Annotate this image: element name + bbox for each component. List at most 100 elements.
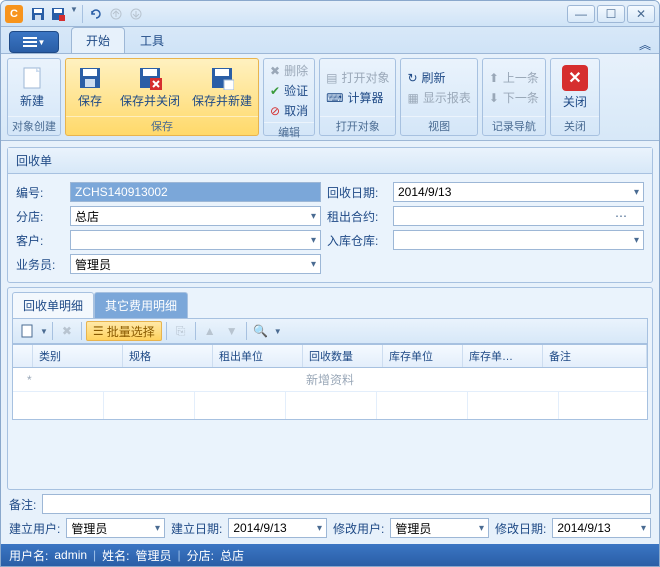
- group-save-label: 保存: [66, 116, 258, 135]
- col-remark[interactable]: 备注: [543, 345, 647, 367]
- ribbon: 新建 对象创建 保存 保存并关闭 保存并新建 保存: [1, 53, 659, 141]
- cancel-button[interactable]: ⊘取消: [268, 101, 310, 120]
- group-close-label: 关闭: [551, 116, 599, 135]
- quick-access-toolbar: ▼: [29, 5, 145, 23]
- col-qty[interactable]: 回收数量: [303, 345, 383, 367]
- col-unit-stock[interactable]: 库存单位: [383, 345, 463, 367]
- input-mod-date[interactable]: [557, 521, 646, 535]
- save-close-label: 保存并关闭: [120, 92, 180, 109]
- save-icon: [78, 66, 102, 90]
- tb-search-icon[interactable]: 🔍: [251, 321, 271, 341]
- field-branch[interactable]: [70, 206, 321, 226]
- new-row-star-icon: *: [27, 373, 32, 387]
- label-date: 回收日期:: [327, 184, 387, 201]
- ribbon-collapse-icon[interactable]: ︽: [639, 36, 651, 53]
- col-spec[interactable]: 规格: [123, 345, 213, 367]
- input-date[interactable]: [398, 185, 639, 199]
- input-create-user[interactable]: [71, 521, 160, 535]
- group-create: 新建 对象创建: [7, 58, 61, 136]
- field-create-date[interactable]: [228, 518, 327, 538]
- input-customer[interactable]: [75, 233, 316, 247]
- qat-save-close-icon[interactable]: [49, 5, 67, 23]
- grid-body[interactable]: [13, 392, 647, 419]
- col-category[interactable]: 类别: [33, 345, 123, 367]
- batch-select-button[interactable]: ☰批量选择: [86, 321, 162, 341]
- delete-button: ✖删除: [268, 61, 310, 80]
- maximize-button[interactable]: ☐: [597, 5, 625, 23]
- save-close-button[interactable]: 保存并关闭: [114, 59, 186, 116]
- subtab-detail[interactable]: 回收单明细: [12, 292, 94, 318]
- save-new-label: 保存并新建: [192, 92, 252, 109]
- calculator-button[interactable]: ⌨计算器: [324, 88, 391, 107]
- tab-start[interactable]: 开始: [71, 27, 125, 53]
- close-button[interactable]: ✕ 关闭: [551, 59, 599, 116]
- report-icon: ▦: [407, 91, 418, 105]
- minimize-button[interactable]: —: [567, 5, 595, 23]
- field-date[interactable]: [393, 182, 644, 202]
- input-sales[interactable]: [75, 257, 316, 271]
- tb-new-icon[interactable]: [17, 321, 37, 341]
- app-icon[interactable]: C: [5, 5, 23, 23]
- input-warehouse[interactable]: [398, 233, 639, 247]
- open-object-button: ▤打开对象: [324, 68, 391, 87]
- tb-delete-icon: ✖: [57, 321, 77, 341]
- detail-grid[interactable]: 类别 规格 租出单位 回收数量 库存单位 库存单… 备注 * 新增资料: [12, 344, 648, 420]
- field-customer[interactable]: [70, 230, 321, 250]
- input-remark[interactable]: [47, 497, 646, 511]
- check-icon: ✔: [270, 84, 280, 98]
- status-branch: 总店: [220, 547, 244, 564]
- save-button[interactable]: 保存: [66, 59, 114, 116]
- col-qty-stock[interactable]: 库存单…: [463, 345, 543, 367]
- input-no[interactable]: [75, 185, 316, 199]
- detail-panel: 回收单明细 其它费用明细 ▼ ✖ ☰批量选择 ⎘ ▲ ▼ 🔍▼: [7, 287, 653, 490]
- delete-icon: ✖: [270, 64, 280, 78]
- qat-dropdown-icon[interactable]: ▼: [70, 5, 78, 23]
- label-create-date: 建立日期:: [171, 520, 222, 537]
- tab-tools[interactable]: 工具: [125, 27, 179, 53]
- validate-button[interactable]: ✔验证: [268, 81, 310, 100]
- input-branch[interactable]: [75, 209, 316, 223]
- label-remark: 备注:: [9, 496, 36, 513]
- group-create-label: 对象创建: [8, 116, 60, 135]
- label-sales: 业务员:: [16, 256, 64, 273]
- input-mod-user[interactable]: [395, 521, 484, 535]
- tb-down-icon: ▼: [222, 321, 242, 341]
- field-no[interactable]: [70, 182, 321, 202]
- save-new-button[interactable]: 保存并新建: [186, 59, 258, 116]
- status-name-label: 姓名:: [102, 547, 129, 564]
- app-window: C ▼ — ☐ ✕ ▼ 开始 工具 ︽ 新建: [0, 0, 660, 567]
- qat-redo-icon[interactable]: [87, 5, 105, 23]
- group-nav: ⬆上一条 ⬇下一条 记录导航: [482, 58, 546, 136]
- group-save: 保存 保存并关闭 保存并新建 保存: [65, 58, 259, 136]
- input-create-date[interactable]: [233, 521, 322, 535]
- col-unit-out[interactable]: 租出单位: [213, 345, 303, 367]
- field-warehouse[interactable]: [393, 230, 644, 250]
- field-contract[interactable]: [393, 206, 644, 226]
- label-mod-user: 修改用户:: [333, 520, 384, 537]
- label-contract: 租出合约:: [327, 208, 387, 225]
- prev-record-button: ⬆上一条: [487, 68, 541, 87]
- document-icon: [20, 66, 44, 90]
- audit-row: 建立用户: 建立日期: 修改用户: 修改日期:: [7, 518, 653, 538]
- window-close-button[interactable]: ✕: [627, 5, 655, 23]
- group-close: ✕ 关闭 关闭: [550, 58, 600, 136]
- refresh-button[interactable]: ↻刷新: [405, 68, 472, 87]
- field-sales[interactable]: [70, 254, 321, 274]
- calculator-icon: ⌨: [326, 91, 343, 105]
- file-menu-button[interactable]: ▼: [9, 31, 59, 53]
- qat-save-icon[interactable]: [29, 5, 47, 23]
- subtab-other[interactable]: 其它费用明细: [94, 292, 188, 318]
- status-user-label: 用户名:: [9, 547, 48, 564]
- status-name: 管理员: [136, 547, 172, 564]
- remark-row: 备注:: [7, 494, 653, 514]
- menu-icon: [23, 37, 37, 47]
- next-record-button: ⬇下一条: [487, 88, 541, 107]
- field-mod-date[interactable]: [552, 518, 651, 538]
- grid-new-row[interactable]: * 新增资料: [13, 368, 647, 392]
- group-open: ▤打开对象 ⌨计算器 打开对象: [319, 58, 396, 136]
- field-create-user[interactable]: [66, 518, 165, 538]
- field-mod-user[interactable]: [390, 518, 489, 538]
- input-contract[interactable]: [398, 209, 639, 223]
- field-remark[interactable]: [42, 494, 651, 514]
- new-button[interactable]: 新建: [8, 59, 56, 116]
